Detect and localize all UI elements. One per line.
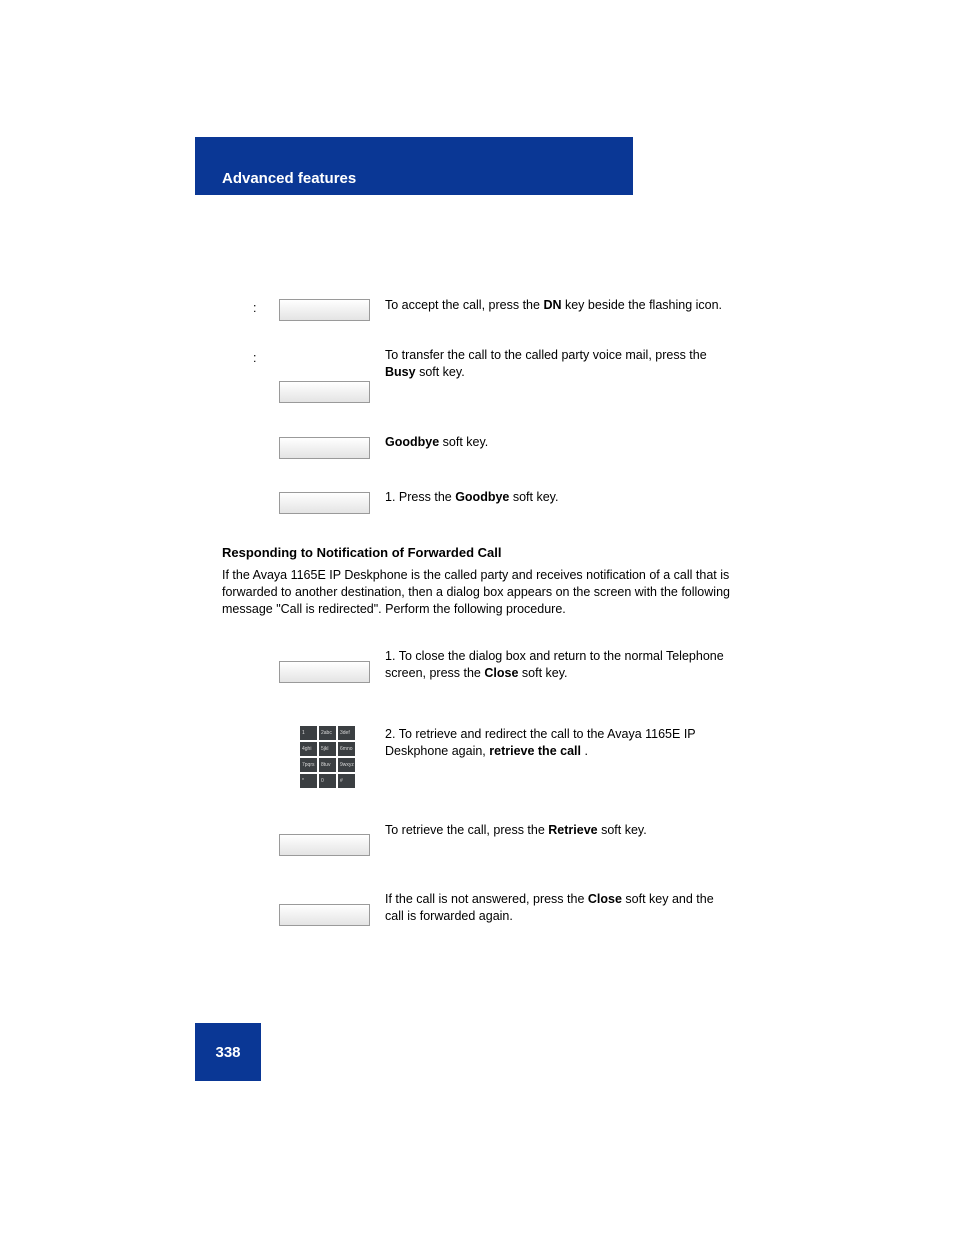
row1-colon: :: [253, 300, 273, 317]
row2-key: Busy: [385, 365, 416, 379]
section-heading: Responding to Notification of Forwarded …: [222, 545, 732, 560]
dialpad-row: 7pqrs 8tuv 9wxyz: [299, 757, 357, 773]
key-0: 0: [319, 774, 336, 788]
step-key: Close: [588, 892, 622, 906]
key-4: 4ghi: [300, 742, 317, 756]
step-pre: If the call is not answered, press the: [385, 892, 588, 906]
key-hash: #: [338, 774, 355, 788]
header-banner: Advanced features: [207, 162, 633, 195]
fwd-step-4: If the call is not answered, press the C…: [385, 891, 730, 925]
dialpad-icon: 1 2abc 3def 4ghi 5jkl 6mno 7pqrs 8tuv 9w…: [299, 725, 357, 789]
section-intro: If the Avaya 1165E IP Deskphone is the c…: [222, 567, 732, 618]
row1-text: To accept the call, press the DN key bes…: [385, 297, 730, 314]
step-post: soft key.: [601, 823, 647, 837]
softkey-icon: [279, 904, 370, 926]
step-label: 1.: [385, 649, 395, 663]
step-post: soft key.: [522, 666, 568, 680]
softkey-icon: [279, 381, 370, 403]
softkey-icon: [279, 492, 370, 514]
row1-text-pre: To accept the call, press the: [385, 298, 540, 312]
row1-key: DN: [543, 298, 561, 312]
fwd-step-3: To retrieve the call, press the Retrieve…: [385, 822, 730, 839]
softkey-icon: [279, 299, 370, 321]
row2-colon: :: [253, 350, 273, 367]
goodbye-suffix: soft key.: [443, 435, 489, 449]
key-6: 6mno: [338, 742, 355, 756]
fwd-step-2: 2. To retrieve and redirect the call to …: [385, 726, 730, 760]
header-title: Advanced features: [222, 170, 356, 187]
step-post: .: [584, 744, 587, 758]
step-key: Close: [484, 666, 518, 680]
step-posttext: soft key.: [513, 490, 559, 504]
step-goodbye: 1. Press the Goodbye soft key.: [385, 489, 730, 506]
key-star: *: [300, 774, 317, 788]
step-label: 2.: [385, 727, 395, 741]
row2-text-post: soft key.: [419, 365, 465, 379]
key-3: 3def: [338, 726, 355, 740]
row1-text-post: key beside the flashing icon.: [565, 298, 722, 312]
dialpad-row: 1 2abc 3def: [299, 725, 357, 741]
goodbye-key: Goodbye: [385, 435, 439, 449]
softkey-icon: [279, 661, 370, 683]
dialpad-row: 4ghi 5jkl 6mno: [299, 741, 357, 757]
softkey-icon: [279, 437, 370, 459]
page-number: 338: [195, 1023, 261, 1081]
step-label: 1.: [385, 490, 395, 504]
step-key: retrieve the call: [489, 744, 581, 758]
page: Advanced features : To accept the call, …: [0, 0, 954, 1235]
step-pre: To retrieve the call, press the: [385, 823, 548, 837]
step-key: Goodbye: [455, 490, 509, 504]
row2-text: To transfer the call to the called party…: [385, 347, 730, 381]
step-pretext: Press the: [399, 490, 455, 504]
key-2: 2abc: [319, 726, 336, 740]
goodbye-line: Goodbye soft key.: [385, 434, 730, 451]
dialpad-row: * 0 #: [299, 773, 357, 789]
step-key: Retrieve: [548, 823, 597, 837]
fwd-step-1: 1. To close the dialog box and return to…: [385, 648, 730, 682]
softkey-icon: [279, 834, 370, 856]
key-7: 7pqrs: [300, 758, 317, 772]
row2-text-pre: To transfer the call to the called party…: [385, 348, 707, 362]
key-5: 5jkl: [319, 742, 336, 756]
key-8: 8tuv: [319, 758, 336, 772]
key-1: 1: [300, 726, 317, 740]
key-9: 9wxyz: [338, 758, 355, 772]
